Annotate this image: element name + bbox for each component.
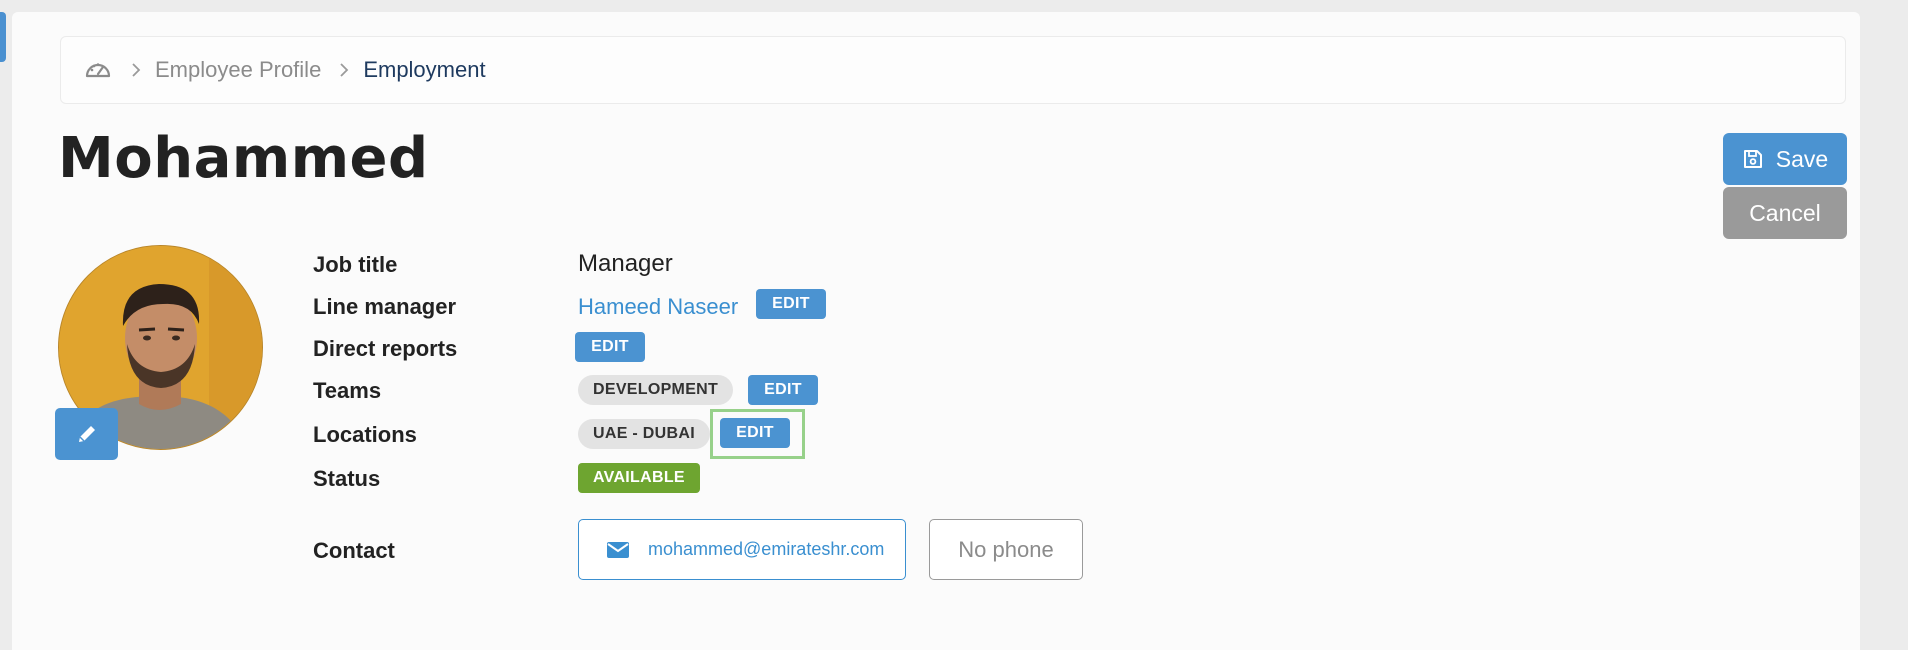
envelope-icon [606,541,630,559]
direct-reports-label: Direct reports [313,336,458,361]
cancel-button[interactable]: Cancel [1723,187,1847,239]
edit-photo-button[interactable] [55,408,118,460]
edit-locations-button[interactable]: EDIT [720,418,790,448]
line-manager-link[interactable]: Hameed Naseer [578,294,738,320]
email-contact-button[interactable]: mohammed@emirateshr.com [578,519,906,580]
breadcrumb-employee-profile[interactable]: Employee Profile [155,57,321,83]
job-title-value: Manager [578,250,673,277]
status-badge: AVAILABLE [578,463,700,493]
save-button[interactable]: Save [1723,133,1847,185]
breadcrumb: Employee Profile Employment [60,36,1846,104]
location-tag: UAE - DUBAI [578,419,710,449]
employee-name: Mohammed [58,126,429,191]
edit-line-manager-button[interactable]: EDIT [756,289,826,319]
dashboard-gauge-icon[interactable] [83,55,113,85]
locations-label: Locations [313,422,417,447]
chevron-right-icon [131,62,141,78]
edit-direct-reports-button[interactable]: EDIT [575,332,645,362]
line-manager-label: Line manager [313,294,457,319]
phone-contact[interactable]: No phone [929,519,1083,580]
teams-label: Teams [313,378,382,403]
save-label: Save [1775,145,1829,172]
job-title-label: Job title [313,252,398,277]
side-panel-tab[interactable] [0,12,6,62]
edit-teams-button[interactable]: EDIT [748,375,818,405]
floppy-disk-icon [1742,148,1764,170]
email-text: mohammed@emirateshr.com [648,539,885,559]
breadcrumb-current: Employment [363,57,486,82]
pencil-icon [75,422,99,446]
contact-label: Contact [313,538,395,563]
team-tag: DEVELOPMENT [578,375,734,405]
status-label: Status [313,466,381,491]
chevron-right-icon [339,62,349,78]
